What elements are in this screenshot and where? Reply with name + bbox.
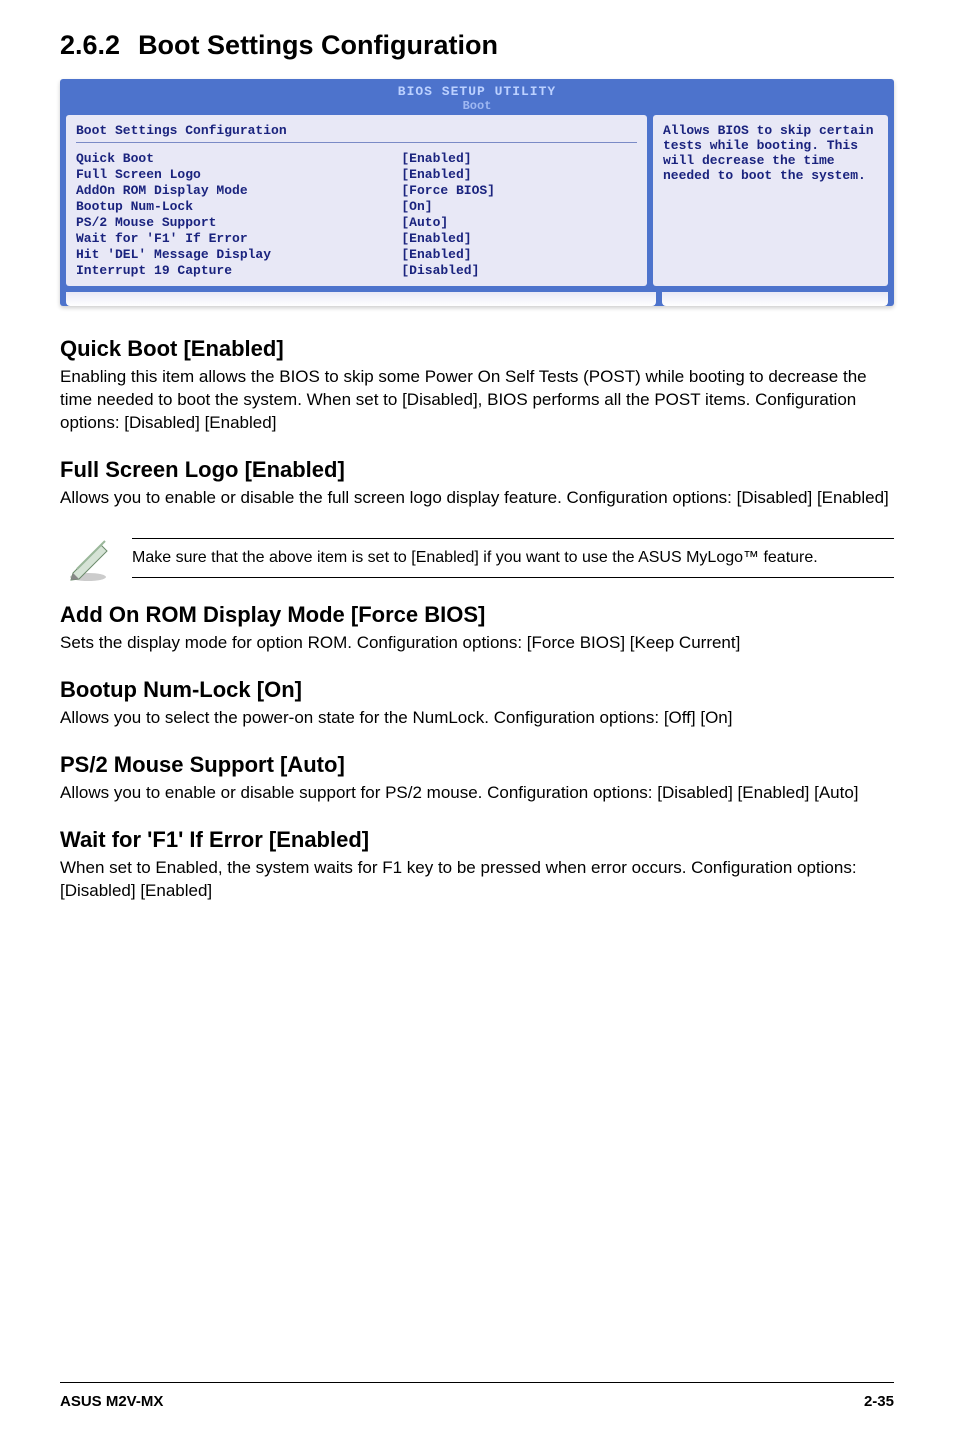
- bios-tab: Boot: [60, 99, 894, 113]
- bios-setting-value: [Enabled]: [401, 231, 637, 246]
- bios-setting-label: Full Screen Logo: [76, 167, 401, 182]
- note-callout: Make sure that the above item is set to …: [60, 528, 894, 588]
- bios-title: BIOS SETUP UTILITY: [60, 84, 894, 99]
- bios-panel-title: Boot Settings Configuration: [76, 123, 637, 143]
- body-addon-rom: Sets the display mode for option ROM. Co…: [60, 632, 894, 655]
- bios-setting-value: [Auto]: [401, 215, 637, 230]
- pencil-note-icon: [60, 530, 116, 586]
- bios-setting-value: [Enabled]: [401, 151, 637, 166]
- bios-setting-label: Bootup Num-Lock: [76, 199, 401, 214]
- bios-setting-label: AddOn ROM Display Mode: [76, 183, 401, 198]
- section-number-title: 2.6.2 Boot Settings Configuration: [60, 30, 894, 61]
- bios-header: BIOS SETUP UTILITY Boot: [60, 79, 894, 115]
- bios-setting-value: [Disabled]: [401, 263, 637, 278]
- footer-page-number: 2-35: [864, 1393, 894, 1410]
- body-wait-f1: When set to Enabled, the system waits fo…: [60, 857, 894, 903]
- bios-setting-value: [On]: [401, 199, 637, 214]
- body-quick-boot: Enabling this item allows the BIOS to sk…: [60, 366, 894, 435]
- bios-setting-value: [Enabled]: [401, 247, 637, 262]
- body-ps2-mouse: Allows you to enable or disable support …: [60, 782, 894, 805]
- heading-wait-f1: Wait for 'F1' If Error [Enabled]: [60, 827, 894, 853]
- bios-screenshot: BIOS SETUP UTILITY Boot Boot Settings Co…: [60, 79, 894, 306]
- bios-setting-value: [Force BIOS]: [401, 183, 637, 198]
- bios-setting-value: [Enabled]: [401, 167, 637, 182]
- bios-setting-label: Wait for 'F1' If Error: [76, 231, 401, 246]
- heading-bootup-numlock: Bootup Num-Lock [On]: [60, 677, 894, 703]
- bios-setting-label: Interrupt 19 Capture: [76, 263, 401, 278]
- bios-settings-list: Quick Boot[Enabled] Full Screen Logo[Ena…: [76, 151, 637, 278]
- heading-full-screen-logo: Full Screen Logo [Enabled]: [60, 457, 894, 483]
- note-text: Make sure that the above item is set to …: [132, 549, 818, 566]
- heading-ps2-mouse: PS/2 Mouse Support [Auto]: [60, 752, 894, 778]
- bios-help-panel: Allows BIOS to skip certain tests while …: [653, 115, 888, 286]
- bios-help-text: Allows BIOS to skip certain tests while …: [663, 123, 874, 183]
- body-full-screen-logo: Allows you to enable or disable the full…: [60, 487, 894, 510]
- heading-quick-boot: Quick Boot [Enabled]: [60, 336, 894, 362]
- bios-setting-label: Hit 'DEL' Message Display: [76, 247, 401, 262]
- footer-product: ASUS M2V-MX: [60, 1393, 163, 1410]
- heading-addon-rom: Add On ROM Display Mode [Force BIOS]: [60, 602, 894, 628]
- bios-setting-label: Quick Boot: [76, 151, 401, 166]
- body-bootup-numlock: Allows you to select the power-on state …: [60, 707, 894, 730]
- section-title: Boot Settings Configuration: [138, 30, 498, 61]
- page-footer: ASUS M2V-MX 2-35: [60, 1382, 894, 1410]
- bios-setting-label: PS/2 Mouse Support: [76, 215, 401, 230]
- section-number: 2.6.2: [60, 30, 120, 61]
- bios-main-panel: Boot Settings Configuration Quick Boot[E…: [66, 115, 647, 286]
